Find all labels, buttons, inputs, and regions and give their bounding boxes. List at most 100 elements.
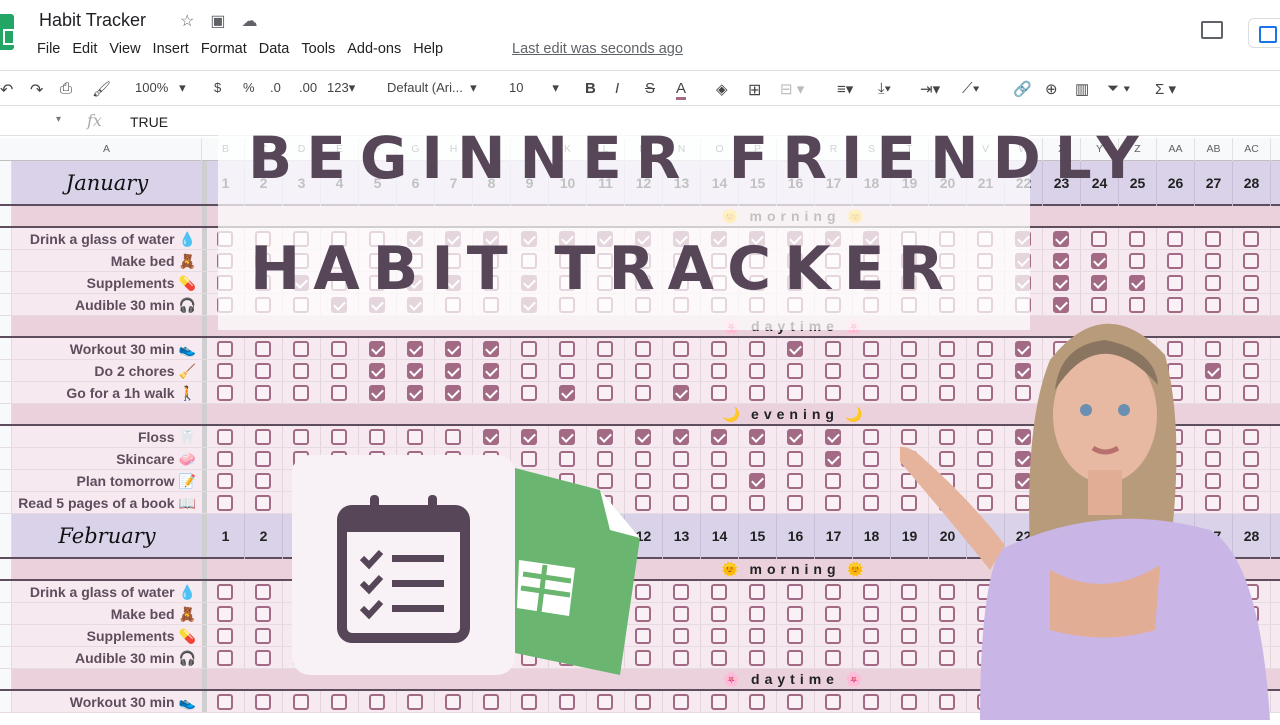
day-checkbox[interactable] <box>825 628 841 644</box>
day-checkbox[interactable] <box>749 341 765 357</box>
insert-chart-icon[interactable]: ▥ <box>1075 80 1089 98</box>
day-checkbox[interactable] <box>711 650 727 666</box>
day-checkbox[interactable] <box>635 429 651 445</box>
menu-tools[interactable]: Tools <box>301 41 335 57</box>
day-checkbox[interactable] <box>369 694 385 710</box>
day-checkbox[interactable] <box>1129 231 1145 247</box>
borders-icon[interactable]: ⊞ <box>748 80 761 100</box>
row-header[interactable] <box>0 514 12 557</box>
day-checkbox[interactable] <box>787 363 803 379</box>
day-checkbox[interactable] <box>369 341 385 357</box>
day-checkbox[interactable] <box>407 341 423 357</box>
day-checkbox[interactable] <box>217 451 233 467</box>
day-checkbox[interactable] <box>749 385 765 401</box>
move-to-folder-icon[interactable]: ▣ <box>210 11 225 31</box>
day-checkbox[interactable] <box>217 495 233 511</box>
day-checkbox[interactable] <box>749 363 765 379</box>
day-checkbox[interactable] <box>445 363 461 379</box>
day-checkbox[interactable] <box>749 495 765 511</box>
day-checkbox[interactable] <box>825 606 841 622</box>
row-header[interactable] <box>0 272 12 293</box>
day-checkbox[interactable] <box>825 341 841 357</box>
day-checkbox[interactable] <box>825 650 841 666</box>
menu-addons[interactable]: Add-ons <box>347 41 401 57</box>
day-checkbox[interactable] <box>1167 275 1183 291</box>
day-checkbox[interactable] <box>1167 231 1183 247</box>
day-checkbox[interactable] <box>293 694 309 710</box>
day-checkbox[interactable] <box>635 363 651 379</box>
day-checkbox[interactable] <box>1129 275 1145 291</box>
zoom-select[interactable]: 100% ▾ <box>135 80 186 96</box>
strikethrough-button[interactable]: S <box>645 80 655 97</box>
row-header[interactable] <box>0 559 12 579</box>
day-checkbox[interactable] <box>825 584 841 600</box>
row-header[interactable] <box>0 294 12 315</box>
menu-view[interactable]: View <box>109 41 140 57</box>
day-checkbox[interactable] <box>787 606 803 622</box>
day-checkbox[interactable] <box>825 363 841 379</box>
row-header[interactable] <box>0 404 12 424</box>
fill-color-icon[interactable]: ◈ <box>716 80 728 98</box>
day-checkbox[interactable] <box>1129 253 1145 269</box>
row-header[interactable] <box>0 206 12 226</box>
italic-button[interactable]: I <box>615 80 619 97</box>
day-checkbox[interactable] <box>1091 231 1107 247</box>
day-checkbox[interactable] <box>863 694 879 710</box>
day-checkbox[interactable] <box>597 694 613 710</box>
bold-button[interactable]: B <box>585 80 596 97</box>
day-checkbox[interactable] <box>673 473 689 489</box>
currency-button[interactable]: $ <box>214 80 221 95</box>
column-header-aa[interactable]: AA <box>1157 138 1195 161</box>
day-checkbox[interactable] <box>825 429 841 445</box>
day-checkbox[interactable] <box>863 429 879 445</box>
decrease-decimals-button[interactable]: .0 <box>270 80 281 95</box>
day-checkbox[interactable] <box>863 341 879 357</box>
day-checkbox[interactable] <box>445 694 461 710</box>
day-checkbox[interactable] <box>483 385 499 401</box>
day-checkbox[interactable] <box>445 341 461 357</box>
merge-cells-icon[interactable]: ⊟ ▾ <box>780 80 804 98</box>
day-checkbox[interactable] <box>255 451 271 467</box>
row-header[interactable] <box>0 470 12 491</box>
day-checkbox[interactable] <box>863 385 879 401</box>
day-checkbox[interactable] <box>673 495 689 511</box>
day-checkbox[interactable] <box>673 451 689 467</box>
day-checkbox[interactable] <box>255 495 271 511</box>
day-checkbox[interactable] <box>711 341 727 357</box>
menu-help[interactable]: Help <box>413 41 443 57</box>
day-checkbox[interactable] <box>787 628 803 644</box>
row-header[interactable] <box>0 360 12 381</box>
day-checkbox[interactable] <box>1243 275 1259 291</box>
day-checkbox[interactable] <box>673 584 689 600</box>
day-checkbox[interactable] <box>521 451 537 467</box>
day-checkbox[interactable] <box>255 628 271 644</box>
day-checkbox[interactable] <box>1053 253 1069 269</box>
sheets-logo-icon[interactable] <box>0 14 15 50</box>
day-checkbox[interactable] <box>673 429 689 445</box>
day-checkbox[interactable] <box>331 363 347 379</box>
vertical-align-icon[interactable]: ⤓▾ <box>878 80 891 97</box>
functions-icon[interactable]: Σ ▾ <box>1155 80 1176 98</box>
day-checkbox[interactable] <box>863 495 879 511</box>
row-header[interactable] <box>0 382 12 403</box>
day-checkbox[interactable] <box>825 694 841 710</box>
day-checkbox[interactable] <box>217 341 233 357</box>
day-checkbox[interactable] <box>711 451 727 467</box>
day-checkbox[interactable] <box>749 429 765 445</box>
day-checkbox[interactable] <box>293 341 309 357</box>
menu-format[interactable]: Format <box>201 41 247 57</box>
day-checkbox[interactable] <box>635 451 651 467</box>
day-checkbox[interactable] <box>559 451 575 467</box>
row-header[interactable] <box>0 625 12 646</box>
day-checkbox[interactable] <box>559 694 575 710</box>
paint-format-icon[interactable]: 🖌 <box>92 80 111 98</box>
day-checkbox[interactable] <box>445 385 461 401</box>
day-checkbox[interactable] <box>445 429 461 445</box>
day-checkbox[interactable] <box>673 694 689 710</box>
day-checkbox[interactable] <box>1053 275 1069 291</box>
day-checkbox[interactable] <box>255 694 271 710</box>
text-color-button[interactable]: A <box>676 80 687 100</box>
day-checkbox[interactable] <box>217 473 233 489</box>
day-checkbox[interactable] <box>1205 253 1221 269</box>
day-checkbox[interactable] <box>369 363 385 379</box>
